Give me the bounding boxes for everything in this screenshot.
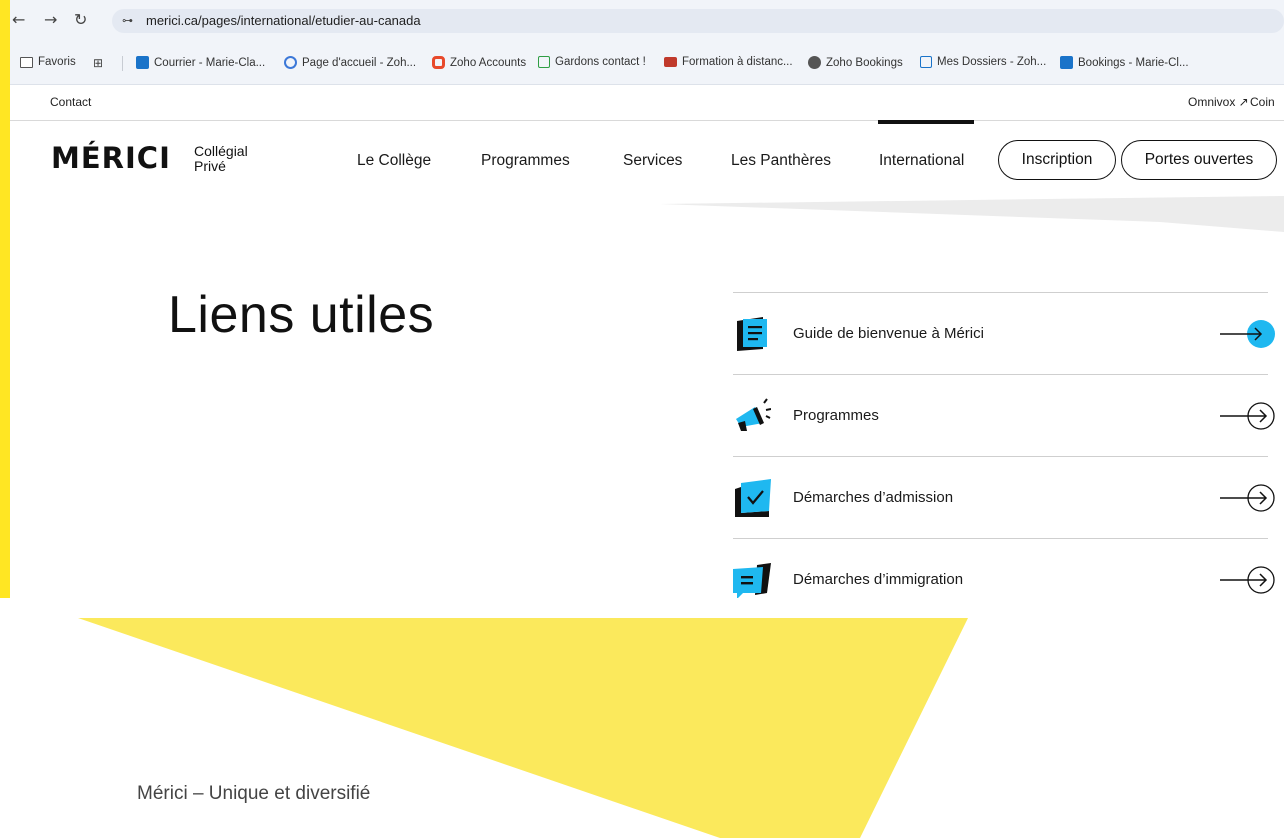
link-label: Démarches d’immigration bbox=[793, 571, 964, 588]
link-label: Guide de bienvenue à Mérici bbox=[793, 325, 984, 342]
logo-subtitle: Collégial Privé bbox=[194, 143, 248, 174]
forward-icon[interactable]: → bbox=[44, 11, 57, 29]
arrow-right-circle-icon[interactable] bbox=[1218, 399, 1278, 433]
nav-services[interactable]: Services bbox=[623, 152, 682, 170]
merici-logo[interactable]: MÉRICI bbox=[51, 141, 171, 175]
nav-les-pantheres[interactable]: Les Panthères bbox=[731, 152, 831, 170]
bookmark-zoho-accounts[interactable]: Zoho Accounts bbox=[432, 56, 526, 69]
dossiers-icon bbox=[920, 56, 932, 68]
utility-bar: Contact Omnivox ↗ Coin bbox=[10, 84, 1284, 121]
outlook-icon bbox=[136, 56, 149, 69]
bookings-icon bbox=[1060, 56, 1073, 69]
browser-window: ← → ↻ ⊶ merici.ca/pages/international/et… bbox=[10, 0, 1284, 598]
link-guide-bienvenue[interactable]: Guide de bienvenue à Mérici bbox=[733, 292, 1275, 374]
folder-icon bbox=[20, 56, 33, 68]
bookmark-bookings[interactable]: Bookings - Marie-Cl... bbox=[1060, 56, 1189, 69]
coin-link[interactable]: Coin bbox=[1250, 95, 1275, 109]
url-field[interactable]: ⊶ merici.ca/pages/international/etudier-… bbox=[112, 9, 1284, 33]
checkbox-icon bbox=[735, 479, 771, 517]
bookmark-zoho-bookings[interactable]: Zoho Bookings bbox=[808, 56, 903, 69]
arrow-right-circle-icon[interactable] bbox=[1218, 563, 1278, 597]
contact-link[interactable]: Contact bbox=[50, 95, 91, 109]
bookmark-formation[interactable]: Formation à distanc... bbox=[664, 56, 793, 68]
slide-caption: Mérici – Unique et diversifié bbox=[137, 783, 371, 804]
bookmark-page-accueil[interactable]: Page d'accueil - Zoh... bbox=[284, 56, 416, 69]
inscription-button[interactable]: Inscription bbox=[998, 140, 1116, 180]
page-title: Liens utiles bbox=[168, 286, 435, 344]
chat-bubble-icon bbox=[733, 563, 771, 598]
nav-international[interactable]: International bbox=[879, 152, 964, 170]
bookmark-gardons-contact[interactable]: Gardons contact ! bbox=[538, 56, 646, 68]
bookmark-courrier[interactable]: Courrier - Marie-Cla... bbox=[136, 56, 265, 69]
forms-icon bbox=[538, 56, 550, 68]
bookmarks-separator bbox=[122, 56, 123, 71]
megaphone-icon bbox=[736, 398, 771, 431]
reload-icon[interactable]: ↻ bbox=[74, 11, 87, 29]
formation-icon bbox=[664, 57, 677, 67]
useful-links-list: Guide de bienvenue à Mérici Programmes D… bbox=[733, 292, 1275, 598]
globe-icon bbox=[808, 56, 821, 69]
bookmark-favoris[interactable]: Favoris bbox=[20, 56, 76, 68]
nav-active-indicator bbox=[878, 120, 974, 124]
nav-le-college[interactable]: Le Collège bbox=[357, 152, 431, 170]
bookmarks-bar: Favoris ⊞ Courrier - Marie-Cla... Page d… bbox=[10, 42, 1284, 85]
back-icon[interactable]: ← bbox=[12, 11, 25, 29]
portes-ouvertes-button[interactable]: Portes ouvertes bbox=[1121, 140, 1277, 180]
link-label: Programmes bbox=[793, 407, 879, 424]
link-demarches-immigration[interactable]: Démarches d’immigration bbox=[733, 538, 1275, 598]
omnivox-link[interactable]: Omnivox ↗ bbox=[1188, 95, 1249, 109]
arrow-right-hover-icon[interactable] bbox=[1218, 317, 1278, 351]
zoho-accounts-icon bbox=[432, 56, 445, 69]
bookmark-mes-dossiers[interactable]: Mes Dossiers - Zoh... bbox=[920, 56, 1046, 68]
header-swoosh bbox=[660, 196, 1284, 232]
address-bar: ← → ↻ ⊶ merici.ca/pages/international/et… bbox=[10, 0, 1284, 42]
site-info-icon[interactable]: ⊶ bbox=[122, 14, 133, 27]
zoho-icon bbox=[284, 56, 297, 69]
link-programmes[interactable]: Programmes bbox=[733, 374, 1275, 456]
link-label: Démarches d’admission bbox=[793, 489, 954, 506]
link-demarches-admission[interactable]: Démarches d’admission bbox=[733, 456, 1275, 538]
nav-programmes[interactable]: Programmes bbox=[481, 152, 570, 170]
apps-grid-icon[interactable]: ⊞ bbox=[93, 56, 103, 70]
arrow-right-circle-icon[interactable] bbox=[1218, 481, 1278, 515]
url-text[interactable]: merici.ca/pages/international/etudier-au… bbox=[146, 13, 421, 28]
document-icon bbox=[737, 317, 767, 351]
